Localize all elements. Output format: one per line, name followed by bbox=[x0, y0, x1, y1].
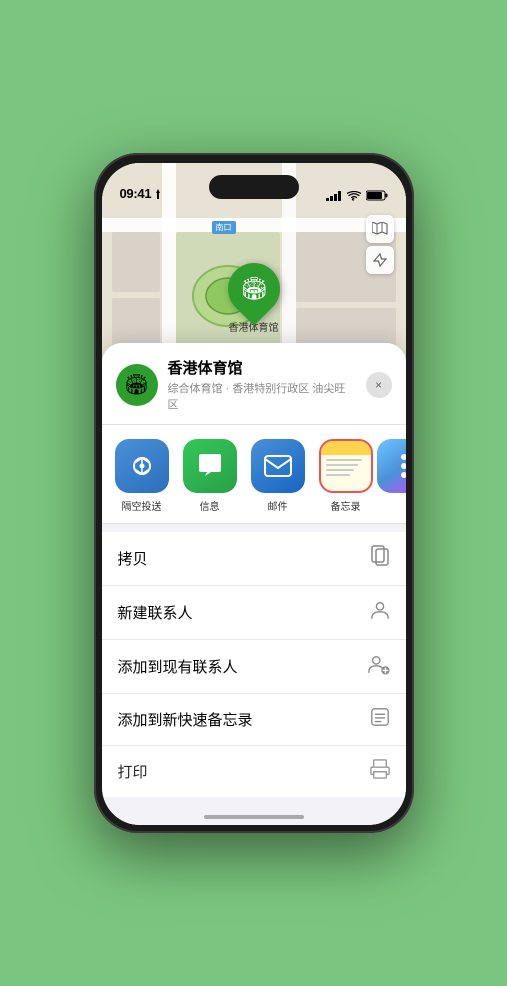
person-add-svg-icon bbox=[368, 653, 390, 675]
share-row: 隔空投送 信息 bbox=[102, 425, 406, 524]
venue-name: 香港体育馆 bbox=[168, 357, 356, 378]
action-new-contact[interactable]: 新建联系人 bbox=[102, 586, 406, 640]
stadium-pin: 🏟 香港体育馆 bbox=[228, 263, 280, 334]
note-icon bbox=[370, 707, 390, 732]
venue-info: 香港体育馆 综合体育馆 · 香港特别行政区 油尖旺区 bbox=[168, 357, 356, 412]
airdrop-label: 隔空投送 bbox=[122, 498, 162, 513]
home-indicator bbox=[204, 815, 304, 819]
map-type-icon bbox=[372, 222, 388, 236]
location-icon bbox=[154, 189, 162, 199]
location-button[interactable] bbox=[366, 246, 394, 274]
bottom-sheet: 🏟 香港体育馆 综合体育馆 · 香港特别行政区 油尖旺区 × bbox=[102, 343, 406, 825]
action-add-note-label: 添加到新快速备忘录 bbox=[118, 709, 253, 730]
mail-label: 邮件 bbox=[268, 498, 288, 513]
action-add-existing[interactable]: 添加到现有联系人 bbox=[102, 640, 406, 694]
stadium-icon: 🏟 bbox=[240, 276, 268, 302]
dynamic-island bbox=[209, 175, 299, 199]
notes-icon-container bbox=[319, 439, 373, 493]
action-new-contact-label: 新建联系人 bbox=[118, 602, 193, 623]
home-indicator-area bbox=[102, 797, 406, 825]
share-item-more[interactable] bbox=[384, 439, 406, 513]
action-add-note[interactable]: 添加到新快速备忘录 bbox=[102, 694, 406, 746]
note-svg-icon bbox=[370, 707, 390, 727]
more-icon-bg bbox=[377, 439, 406, 493]
share-item-mail[interactable]: 邮件 bbox=[248, 439, 308, 513]
mail-icon bbox=[263, 454, 293, 478]
sheet-header: 🏟 香港体育馆 综合体育馆 · 香港特别行政区 油尖旺区 × bbox=[102, 343, 406, 425]
map-controls[interactable] bbox=[366, 215, 394, 274]
person-icon bbox=[370, 599, 390, 626]
notes-lines bbox=[321, 455, 371, 480]
notes-line-4 bbox=[326, 474, 350, 476]
action-copy-label: 拷贝 bbox=[118, 548, 148, 569]
map-label-tag: 南口 bbox=[212, 221, 236, 234]
pin-circle: 🏟 bbox=[217, 252, 291, 326]
messages-label: 信息 bbox=[200, 498, 220, 513]
copy-icon bbox=[370, 545, 390, 572]
messages-icon-bg bbox=[183, 439, 237, 493]
phone-frame: 09:41 bbox=[94, 153, 414, 833]
messages-icon bbox=[195, 452, 225, 480]
battery-icon bbox=[366, 190, 388, 201]
mail-icon-bg bbox=[251, 439, 305, 493]
printer-icon bbox=[370, 759, 390, 784]
status-time: 09:41 bbox=[120, 186, 152, 201]
phone-screen: 09:41 bbox=[102, 163, 406, 825]
action-print-label: 打印 bbox=[118, 761, 148, 782]
venue-icon: 🏟 bbox=[116, 364, 158, 406]
airdrop-icon-bg bbox=[115, 439, 169, 493]
person-svg-icon bbox=[370, 599, 390, 621]
copy-svg-icon bbox=[370, 545, 390, 567]
action-print[interactable]: 打印 bbox=[102, 746, 406, 797]
share-item-airdrop[interactable]: 隔空投送 bbox=[112, 439, 172, 513]
share-item-messages[interactable]: 信息 bbox=[180, 439, 240, 513]
airdrop-icon bbox=[128, 452, 156, 480]
more-dot-3 bbox=[401, 472, 406, 478]
map-label: 南口 bbox=[212, 221, 236, 234]
notes-label: 备忘录 bbox=[331, 498, 361, 513]
notes-line-1 bbox=[326, 459, 362, 461]
venue-description: 综合体育馆 · 香港特别行政区 油尖旺区 bbox=[168, 380, 356, 412]
notes-line-2 bbox=[326, 464, 358, 466]
action-add-existing-label: 添加到现有联系人 bbox=[118, 656, 238, 677]
notes-line-3 bbox=[326, 469, 354, 471]
more-dot-2 bbox=[401, 463, 406, 469]
action-copy[interactable]: 拷贝 bbox=[102, 532, 406, 586]
close-button[interactable]: × bbox=[366, 372, 392, 398]
person-add-icon bbox=[368, 653, 390, 680]
signal-icon bbox=[326, 191, 342, 201]
more-dot-1 bbox=[401, 454, 406, 460]
map-type-button[interactable] bbox=[366, 215, 394, 243]
wifi-icon bbox=[347, 191, 361, 201]
notes-header bbox=[321, 441, 371, 455]
action-list: 拷贝 新建联系人 bbox=[102, 532, 406, 797]
printer-svg-icon bbox=[370, 759, 390, 779]
compass-icon bbox=[373, 253, 387, 267]
status-icons bbox=[326, 190, 388, 201]
share-item-notes[interactable]: 备忘录 bbox=[316, 439, 376, 513]
